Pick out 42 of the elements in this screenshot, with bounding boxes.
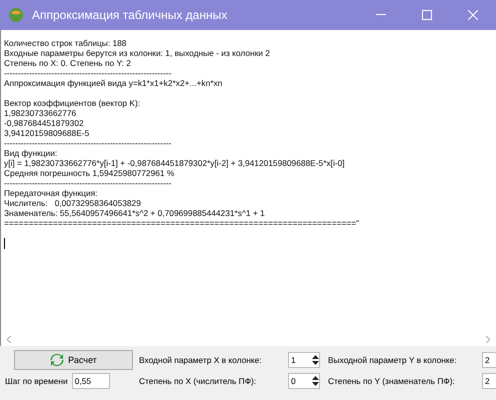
number-spinner[interactable]: 2 bbox=[482, 352, 496, 368]
scroll-left-icon[interactable] bbox=[7, 336, 11, 343]
output-line: 3,94120159809688E-5 bbox=[4, 128, 90, 138]
output-line: ------------------------------------------------------------ bbox=[4, 68, 172, 78]
maximize-icon[interactable] bbox=[422, 10, 432, 20]
output-line: Аппроксимация функцией вида y=k1*x1+k2*x2+...+kn*xn bbox=[4, 78, 222, 88]
output-line: Средняя погрешность 1,59425980772961 % bbox=[4, 168, 174, 178]
scroll-right-icon[interactable] bbox=[486, 336, 490, 343]
output-line: 1,98230733662776 bbox=[4, 108, 76, 118]
number-spinner[interactable]: 1 bbox=[288, 352, 320, 368]
output-line: Степень по X: 0. Степень по Y: 2 bbox=[4, 58, 131, 68]
time-step-label: Шаг по времени bbox=[5, 376, 68, 386]
output-line: Числитель: 0,00732958364053829 bbox=[4, 198, 141, 208]
spin-arrows-icon[interactable] bbox=[312, 376, 319, 386]
time-step-field[interactable]: 0,55 bbox=[72, 373, 110, 389]
output-line: Знаменатель: 55,5640957496641*s^2 + 0,709699885444231*s^1 + 1 bbox=[4, 208, 265, 218]
spin-arrows-icon[interactable] bbox=[312, 355, 319, 365]
output-line: Передаточная функция: bbox=[4, 188, 98, 198]
output-line: ------------------------------------------------------------ bbox=[4, 138, 172, 148]
output-text-area[interactable] bbox=[0, 30, 496, 333]
spinner-label: Степень по Y (знаменатель ПФ): bbox=[328, 376, 456, 386]
output-line: -0,987684451879302 bbox=[4, 118, 84, 128]
output-line: ------------------------------------------------------------ bbox=[4, 178, 172, 188]
spinner-label: Входной параметр X в колонке: bbox=[139, 355, 263, 365]
output-line: ========================================================================" bbox=[4, 218, 360, 228]
output-line: Количество строк таблицы: 188 bbox=[4, 38, 126, 48]
output-line: y[i] = 1,98230733662776*y[i-1] + -0,987684451879302*y[i-2] + 3,94120159809688E-5*x[i-0] bbox=[4, 158, 345, 168]
spinner-label: Выходной параметр Y в колонке: bbox=[328, 355, 458, 365]
app-icon bbox=[8, 7, 24, 23]
output-line: Входные параметры берутся из колонки: 1, выходные - из колонки 2 bbox=[4, 48, 270, 58]
output-line: Вектор коэффициентов (вектор K): bbox=[4, 98, 140, 108]
number-spinner[interactable]: 0 bbox=[288, 373, 320, 389]
number-spinner[interactable]: 2 bbox=[482, 373, 496, 389]
horizontal-scrollbar[interactable] bbox=[0, 333, 496, 346]
minimize-icon[interactable] bbox=[376, 14, 386, 16]
text-cursor bbox=[4, 238, 5, 249]
close-icon[interactable] bbox=[468, 10, 478, 20]
output-line: Вид функции: bbox=[4, 148, 58, 158]
window-title: Аппроксимация табличных данных bbox=[32, 8, 228, 22]
spinner-label: Степень по X (числитель ПФ): bbox=[139, 376, 258, 386]
calculate-button[interactable]: Расчет bbox=[14, 350, 133, 370]
refresh-icon bbox=[50, 353, 64, 367]
